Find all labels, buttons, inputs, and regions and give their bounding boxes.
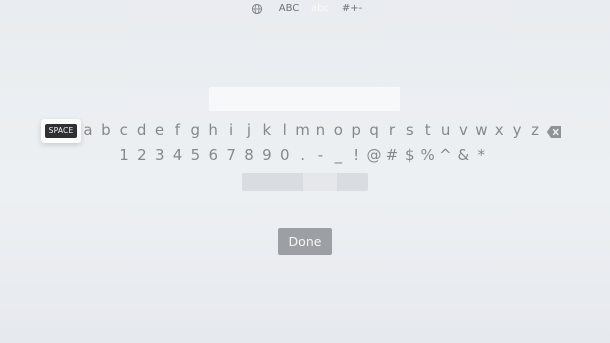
- globe-icon: [251, 3, 263, 15]
- mode-uppercase[interactable]: ABC: [274, 0, 304, 18]
- done-button[interactable]: Done: [278, 228, 332, 255]
- globe-key[interactable]: [251, 0, 265, 18]
- space-key[interactable]: SPACE: [41, 119, 81, 143]
- space-key-label: SPACE: [44, 124, 78, 138]
- delete-key[interactable]: [546, 124, 562, 138]
- mode-selected-highlight: [303, 173, 337, 191]
- letter-key[interactable]: z: [525, 123, 545, 138]
- mode-lowercase[interactable]: abc: [305, 0, 335, 18]
- search-text-field[interactable]: [209, 87, 400, 111]
- backspace-icon: [546, 126, 561, 138]
- symbol-key[interactable]: *: [471, 148, 491, 163]
- mode-symbols[interactable]: #+-: [338, 0, 366, 18]
